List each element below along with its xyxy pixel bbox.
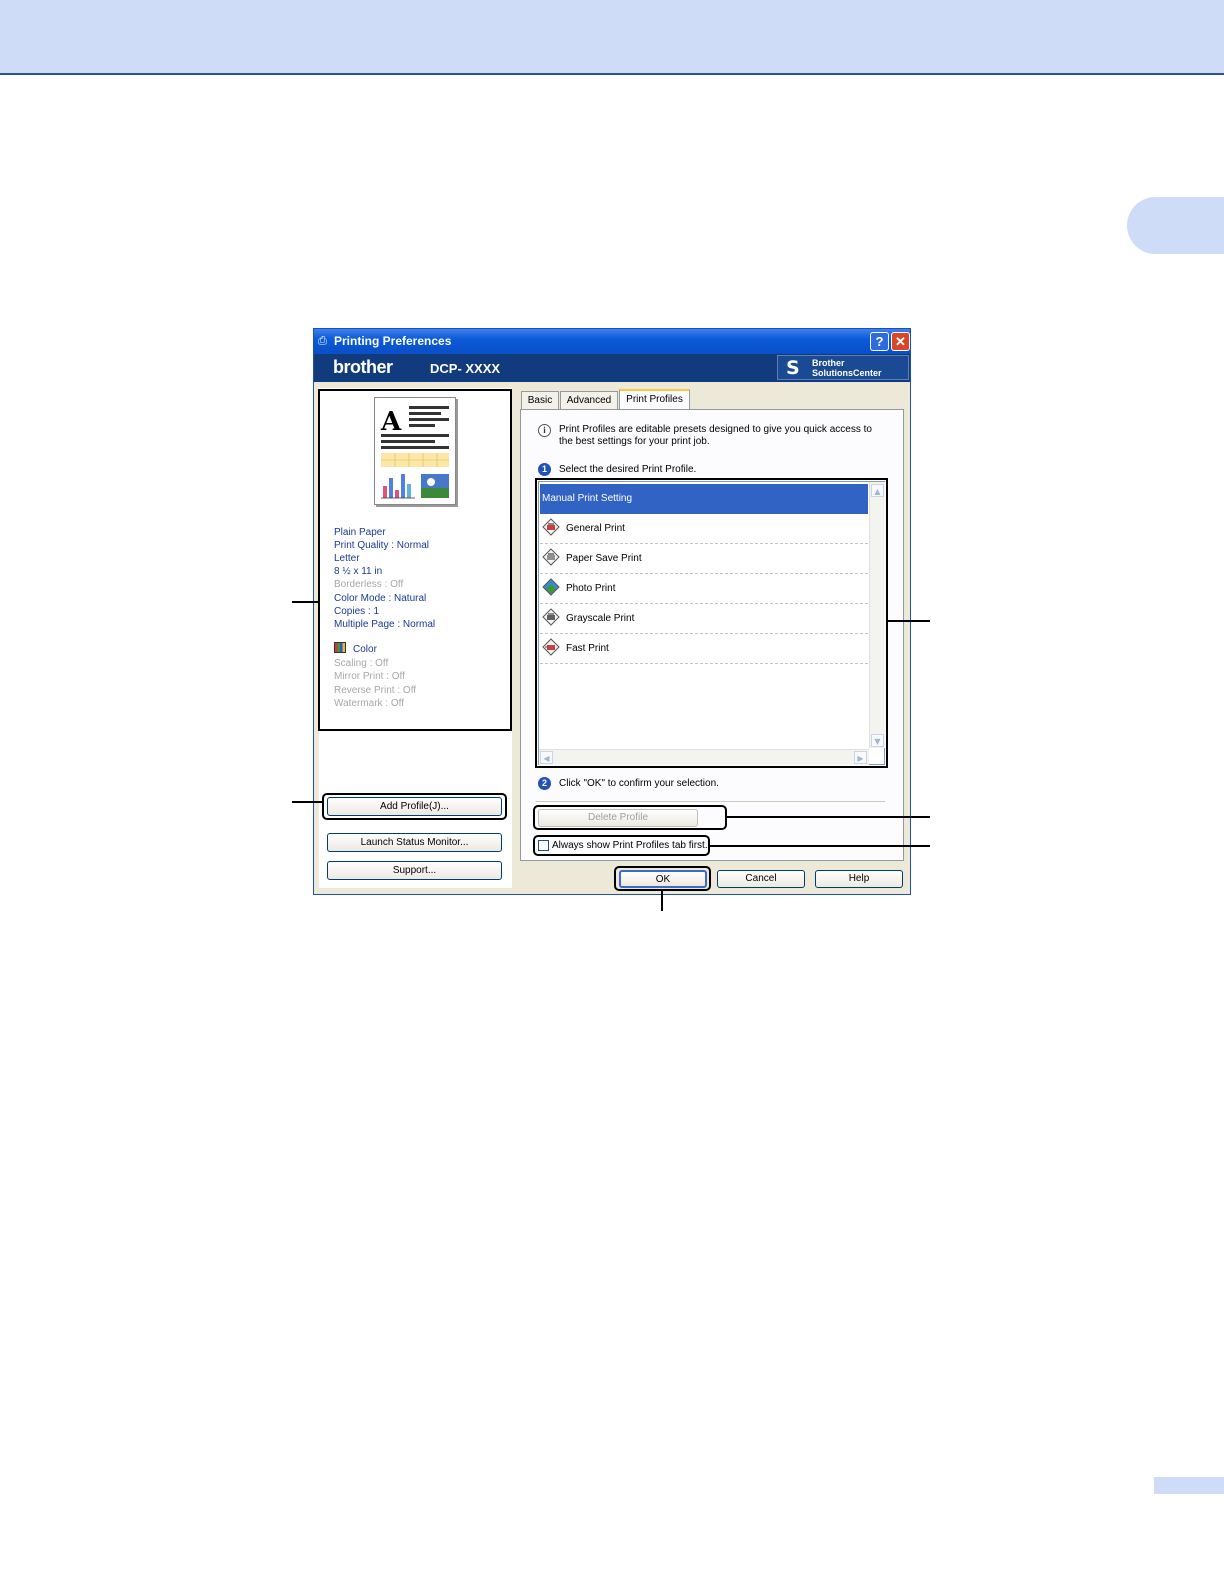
- svg-text:A: A: [380, 407, 402, 437]
- solutions-center-button[interactable]: S Brother SolutionsCenter: [777, 355, 909, 380]
- callout-line-ok: [661, 891, 663, 911]
- info-icon: i: [538, 424, 551, 437]
- separator: [536, 801, 885, 802]
- printer-icon: ⎙: [318, 334, 327, 347]
- page-number-tab: [1154, 1477, 1224, 1494]
- callout-line-profile-list: [888, 620, 930, 622]
- setting-paper-type: Plain Paper: [334, 527, 386, 538]
- delete-profile-button[interactable]: Delete Profile: [538, 809, 698, 827]
- setting-scaling: Scaling : Off: [334, 658, 389, 669]
- tab-basic[interactable]: Basic: [521, 391, 559, 409]
- step2-badge: 2: [538, 777, 551, 790]
- brand-logo: brother: [333, 357, 393, 377]
- step1-text: Select the desired Print Profile.: [559, 464, 697, 475]
- help-title-button[interactable]: ?: [870, 332, 889, 351]
- cancel-button[interactable]: Cancel: [717, 870, 805, 888]
- title-bar[interactable]: ⎙ Printing Preferences ? ✕: [314, 329, 910, 354]
- tab-advanced[interactable]: Advanced: [560, 391, 618, 409]
- setting-paper-size: Letter: [334, 553, 360, 564]
- setting-color: Color: [353, 644, 377, 655]
- setting-multiple-page: Multiple Page : Normal: [334, 619, 436, 630]
- page-header-band: [0, 0, 1224, 75]
- solutions-center-icon: S: [786, 357, 800, 379]
- callout-line-always-show: [710, 845, 930, 847]
- callout-line-add-profile: [292, 801, 322, 803]
- color-icon: [334, 642, 346, 653]
- setting-reverse-print: Reverse Print : Off: [334, 685, 417, 696]
- tab-print-profiles[interactable]: Print Profiles: [619, 389, 690, 410]
- profile-list-callout-outline: [535, 478, 888, 768]
- solutions-line1: Brother: [812, 358, 845, 368]
- setting-paper-dimensions: 8 ½ x 11 in: [334, 566, 383, 577]
- launch-status-monitor-button[interactable]: Launch Status Monitor...: [327, 833, 502, 852]
- chapter-tab: [1127, 197, 1224, 254]
- step1-badge: 1: [538, 463, 551, 476]
- ok-button[interactable]: OK: [619, 870, 707, 888]
- setting-borderless: Borderless : Off: [334, 579, 404, 590]
- setting-watermark: Watermark : Off: [334, 698, 405, 709]
- setting-color-mode: Color Mode : Natural: [334, 593, 427, 604]
- callout-line-delete-profile: [727, 816, 930, 818]
- support-button[interactable]: Support...: [327, 861, 502, 880]
- always-show-checkbox[interactable]: [538, 840, 549, 851]
- add-profile-button[interactable]: Add Profile(J)...: [327, 797, 502, 816]
- callout-line-preview: [292, 601, 318, 603]
- setting-print-quality: Print Quality : Normal: [334, 540, 430, 551]
- brand-bar: brother DCP- XXXX S Brother SolutionsCen…: [314, 354, 910, 382]
- intro-text: Print Profiles are editable presets desi…: [559, 424, 872, 447]
- page-preview-thumbnail: A: [374, 397, 456, 505]
- close-button[interactable]: ✕: [891, 332, 910, 351]
- setting-mirror-print: Mirror Print : Off: [334, 671, 405, 682]
- always-show-label: Always show Print Profiles tab first.: [552, 840, 708, 851]
- model-name: DCP- XXXX: [430, 361, 501, 376]
- window-title: Printing Preferences: [334, 334, 452, 348]
- solutions-line2: SolutionsCenter: [812, 368, 882, 378]
- setting-copies: Copies : 1: [334, 606, 380, 617]
- step2-text: Click "OK" to confirm your selection.: [559, 778, 719, 789]
- help-button[interactable]: Help: [815, 870, 903, 888]
